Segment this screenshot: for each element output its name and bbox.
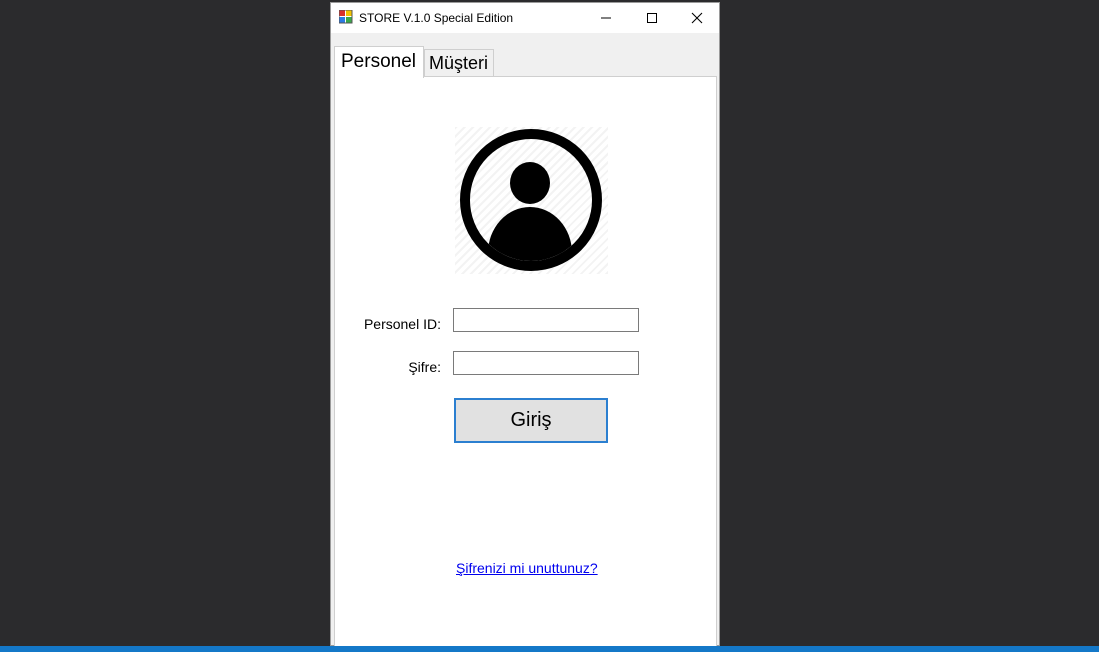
tab-personel[interactable]: Personel: [334, 46, 424, 78]
forgot-password-link[interactable]: Şifrenizi mi unuttunuz?: [456, 560, 598, 576]
minimize-icon: [601, 17, 611, 19]
taskbar-edge: [0, 646, 1099, 652]
app-window: STORE V.1.0 Special Edition Personel Müş…: [330, 2, 720, 651]
window-title: STORE V.1.0 Special Edition: [359, 11, 514, 25]
maximize-icon: [647, 13, 657, 23]
tab-strip: Personel Müşteri: [334, 46, 714, 78]
minimize-button[interactable]: [583, 3, 629, 33]
close-icon: [691, 12, 703, 24]
login-button[interactable]: Giriş: [454, 398, 608, 443]
user-circle-icon: [460, 129, 602, 271]
title-bar[interactable]: STORE V.1.0 Special Edition: [331, 3, 719, 33]
app-icon: [339, 10, 353, 24]
personel-id-label: Personel ID:: [363, 316, 441, 332]
close-button[interactable]: [674, 3, 720, 33]
password-label: Şifre:: [408, 359, 441, 375]
password-input[interactable]: [453, 351, 639, 375]
tab-musteri[interactable]: Müşteri: [424, 49, 494, 77]
personel-id-input[interactable]: [453, 308, 639, 332]
maximize-button[interactable]: [629, 3, 675, 33]
avatar: [455, 127, 608, 274]
personel-login-panel: Personel ID: Şifre: Giriş Şifrenizi mi u…: [334, 76, 717, 651]
